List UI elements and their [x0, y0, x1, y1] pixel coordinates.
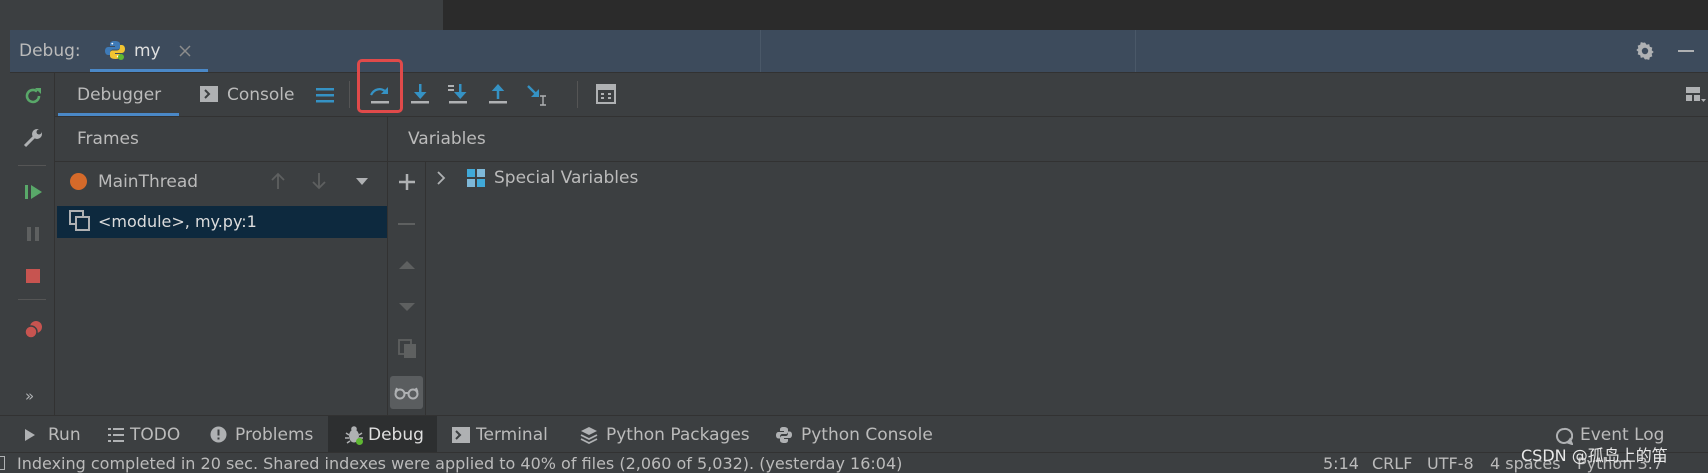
thread-name: MainThread [98, 172, 199, 192]
resume-icon[interactable] [22, 181, 44, 203]
move-down-icon[interactable] [398, 301, 416, 313]
glasses-icon [394, 387, 419, 400]
bottom-tool-tabs: Run TODO Problems Debug Terminal Python … [0, 415, 1708, 453]
copy-icon[interactable] [398, 339, 418, 359]
special-variables-label: Special Variables [494, 168, 639, 188]
tab-debugger-label: Debugger [77, 85, 162, 105]
step-into-my-code-icon[interactable] [447, 83, 469, 105]
info-icon [210, 426, 227, 443]
thread-selector[interactable]: MainThread [55, 162, 387, 200]
minimize-icon[interactable] [1678, 50, 1694, 52]
special-variables-icon [467, 169, 485, 187]
debug-action-column: » [10, 73, 55, 415]
tab-python-console-label: Python Console [801, 425, 933, 445]
add-watch-icon[interactable] [398, 173, 416, 191]
column-divider [18, 165, 46, 166]
show-watches-toggle[interactable] [390, 376, 423, 409]
move-up-icon[interactable] [398, 259, 416, 271]
tab-problems[interactable]: Problems [210, 416, 320, 453]
tab-my-label: my [134, 41, 161, 61]
tab-todo-label: TODO [130, 425, 181, 445]
view-breakpoints-icon[interactable] [22, 318, 44, 340]
more-actions-icon[interactable]: » [25, 387, 34, 405]
csdn-watermark: CSDN @孤岛上的笛 [1521, 446, 1668, 465]
console-icon [200, 86, 218, 102]
frame-row-selected[interactable]: <module>, my.py:1 [57, 206, 387, 238]
step-into-icon[interactable] [409, 83, 431, 105]
chevron-right-icon[interactable] [436, 171, 446, 185]
tab-python-console[interactable]: Python Console [775, 416, 945, 453]
tree-item-special-variables[interactable]: Special Variables [426, 162, 826, 194]
stop-icon[interactable] [22, 265, 44, 287]
debug-active-dot [356, 438, 363, 445]
variables-title: Variables [408, 129, 486, 149]
file-encoding[interactable]: UTF-8 [1427, 454, 1474, 473]
tab-todo[interactable]: TODO [105, 416, 185, 453]
terminal-icon [452, 427, 470, 443]
status-message[interactable]: Indexing completed in 20 sec. Shared ind… [17, 454, 902, 473]
tab-console-label: Console [227, 85, 295, 105]
frame-row-label: <module>, my.py:1 [98, 212, 257, 231]
tab-debug[interactable]: Debug [328, 416, 437, 453]
frame-stack-icon [69, 210, 90, 231]
tab-terminal-label: Terminal [476, 425, 548, 445]
rerun-icon[interactable] [22, 85, 44, 107]
wrench-icon[interactable] [22, 127, 44, 149]
status-bar: Indexing completed in 20 sec. Shared ind… [0, 452, 1708, 473]
thread-status-icon [70, 173, 87, 190]
arrow-up-icon[interactable] [270, 172, 286, 190]
tab-debugger[interactable]: Debugger [58, 73, 179, 116]
tab-python-packages[interactable]: Python Packages [580, 416, 760, 453]
chevron-down-icon[interactable] [355, 176, 369, 186]
tab-debug-label: Debug [368, 425, 424, 445]
variables-tree: Special Variables [426, 162, 1708, 415]
variables-actions [388, 161, 426, 415]
variables-header: Variables [388, 117, 1708, 162]
restore-layout-icon[interactable] [1685, 84, 1707, 106]
arrow-down-icon[interactable] [311, 172, 327, 190]
header-divider [760, 30, 761, 72]
tab-my[interactable]: my [90, 30, 208, 72]
step-over-icon[interactable] [369, 83, 391, 105]
run-to-cursor-icon[interactable] [525, 83, 549, 107]
toolbar-separator [577, 81, 578, 108]
close-icon[interactable] [179, 45, 191, 57]
layout-menu-icon[interactable] [315, 85, 335, 105]
tab-python-packages-label: Python Packages [606, 425, 750, 445]
tab-problems-label: Problems [235, 425, 314, 445]
header-divider [1135, 30, 1136, 72]
evaluate-expression-icon[interactable] [596, 84, 616, 104]
frames-header: Frames [55, 117, 387, 162]
debug-running-dot [118, 54, 124, 60]
gear-icon[interactable] [1635, 41, 1655, 61]
editor-top-area [0, 0, 1708, 30]
column-divider [18, 299, 46, 300]
tab-terminal[interactable]: Terminal [452, 416, 562, 453]
debug-label: Debug: [19, 41, 81, 61]
frames-panel: Frames MainThread <module>, my.py:1 [55, 117, 388, 415]
pause-icon[interactable] [22, 223, 44, 245]
list-icon [108, 428, 124, 442]
debug-header-bar: Debug: my [10, 30, 1708, 73]
step-out-icon[interactable] [487, 83, 509, 105]
tab-run-label: Run [48, 425, 81, 445]
frames-title: Frames [77, 129, 139, 149]
line-separator[interactable]: CRLF [1372, 454, 1412, 473]
debugger-toolbar: Debugger Console [55, 59, 1708, 117]
status-toggle-icon[interactable] [0, 456, 5, 470]
remove-watch-icon[interactable] [398, 223, 415, 225]
packages-icon [580, 427, 598, 444]
caret-position[interactable]: 5:14 [1323, 454, 1359, 473]
editor-pane [443, 0, 1708, 30]
toolbar-separator [349, 81, 350, 108]
run-icon [25, 429, 35, 441]
python-console-icon [776, 427, 792, 443]
tab-run[interactable]: Run [16, 416, 91, 453]
